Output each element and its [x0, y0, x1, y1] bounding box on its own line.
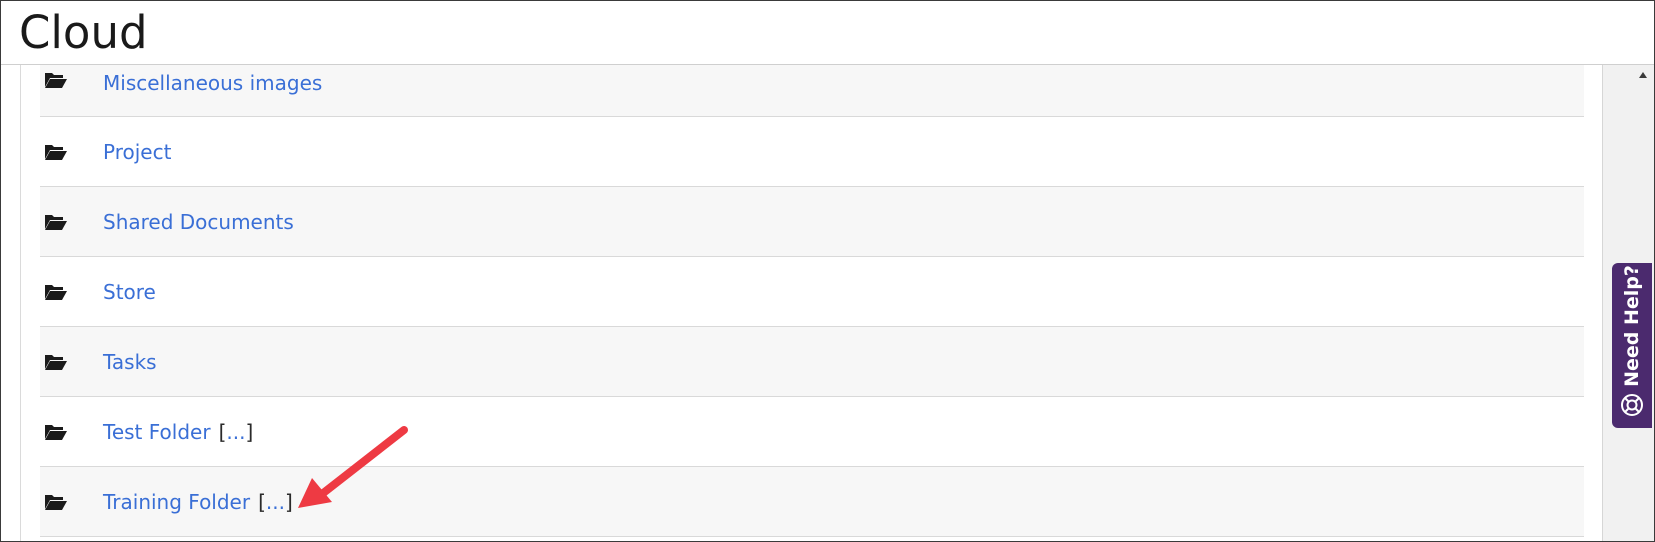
folder-list: Miscellaneous images Project Shared Docu…	[40, 65, 1584, 537]
folder-link[interactable]: Project	[103, 140, 171, 164]
folder-row[interactable]: Test Folder [...]	[40, 397, 1584, 467]
folder-link[interactable]: Tasks	[103, 350, 157, 374]
folder-link[interactable]: Miscellaneous images	[103, 71, 322, 95]
folder-open-icon	[44, 493, 68, 511]
folder-more-button[interactable]: [...]	[219, 420, 254, 444]
folder-link[interactable]: Test Folder	[103, 420, 211, 444]
folder-list-panel: Miscellaneous images Project Shared Docu…	[20, 65, 1603, 541]
window-frame: Cloud Miscellaneous images Project Share…	[0, 0, 1655, 542]
need-help-label-wrap: Need Help?	[1612, 263, 1652, 388]
folder-open-icon	[44, 283, 68, 301]
folder-row[interactable]: Training Folder [...]	[40, 467, 1584, 537]
folder-open-icon	[44, 71, 68, 89]
folder-row[interactable]: Store	[40, 257, 1584, 327]
folder-open-icon	[44, 353, 68, 371]
folder-more-label[interactable]: ...	[226, 420, 245, 444]
lifebuoy-icon	[1621, 394, 1643, 416]
scroll-up-arrow-icon[interactable]	[1638, 71, 1648, 79]
folder-link[interactable]: Training Folder	[103, 490, 250, 514]
folder-open-icon	[44, 143, 68, 161]
folder-open-icon	[44, 213, 68, 231]
folder-more-label[interactable]: ...	[266, 490, 285, 514]
folder-more-button[interactable]: [...]	[258, 490, 293, 514]
page-header: Cloud	[1, 1, 1654, 65]
folder-row[interactable]: Shared Documents	[40, 187, 1584, 257]
folder-link[interactable]: Store	[103, 280, 156, 304]
page-title: Cloud	[19, 6, 148, 59]
need-help-tab[interactable]: Need Help?	[1612, 263, 1652, 428]
red-arrow-icon	[298, 426, 408, 508]
need-help-label: Need Help?	[1621, 264, 1643, 387]
folder-link[interactable]: Shared Documents	[103, 210, 294, 234]
folder-row[interactable]: Project	[40, 117, 1584, 187]
folder-open-icon	[44, 423, 68, 441]
folder-row[interactable]: Miscellaneous images	[40, 65, 1584, 117]
folder-row[interactable]: Tasks	[40, 327, 1584, 397]
